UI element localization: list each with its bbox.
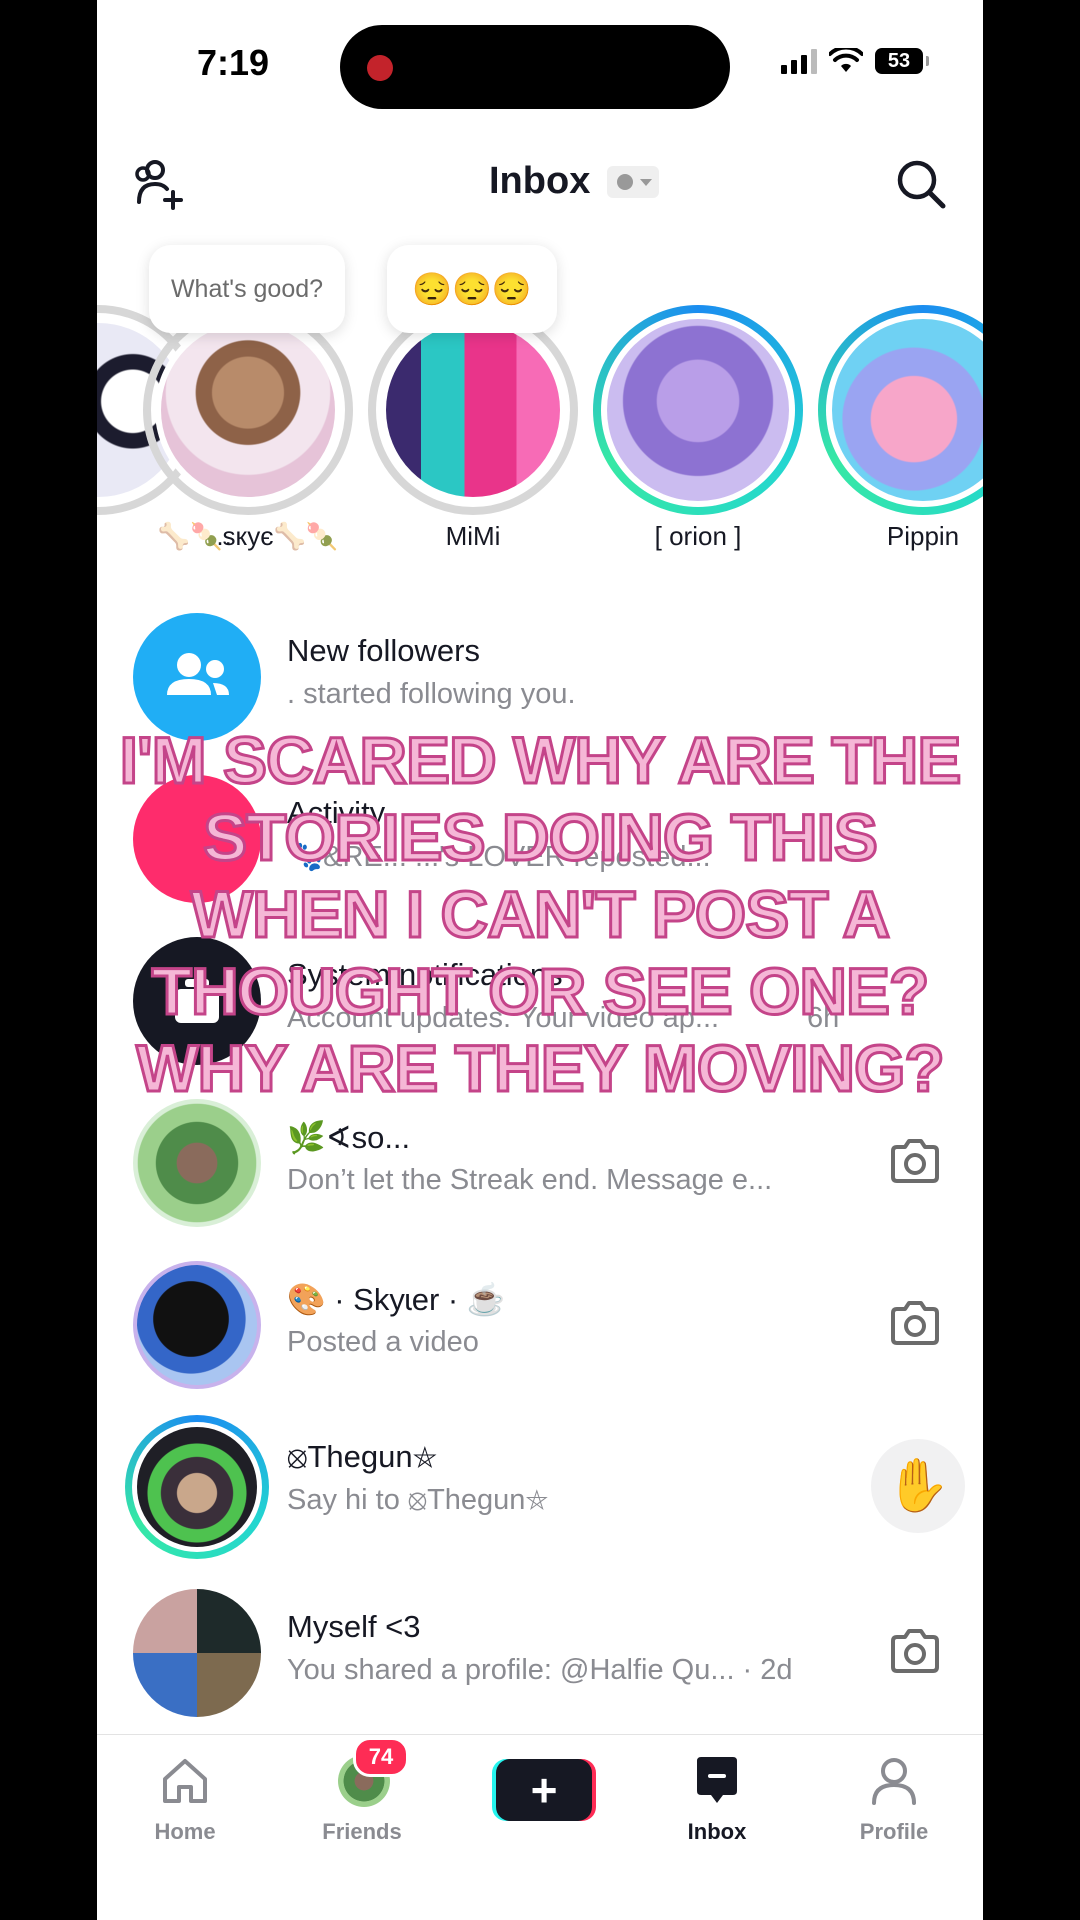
avatar (137, 1427, 257, 1547)
camera-icon[interactable] (887, 1623, 943, 1679)
avatar (832, 319, 983, 501)
story-name: [ orion ] (654, 521, 742, 551)
nav-home[interactable]: Home (115, 1747, 255, 1857)
nav-label: Home (154, 1819, 216, 1844)
story-note-bubble: What's good? (149, 245, 345, 333)
story-name: 🦴🍡sкує🦴🍡 (157, 521, 339, 551)
story-ring (143, 305, 353, 515)
chat-row[interactable]: ⦻Thegun⛤ Say hi to ⦻Thegun⛤ ✋ (97, 1415, 983, 1559)
row-subtitle: . started following you. (287, 678, 576, 710)
nav-inbox[interactable]: Inbox (647, 1747, 787, 1857)
avatar (161, 323, 335, 497)
row-subtitle: Say hi to ⦻Thegun⛤ (287, 1484, 549, 1516)
avatar (133, 1589, 261, 1717)
avatar (133, 1099, 261, 1227)
avatar (607, 319, 789, 501)
create-button[interactable]: + (470, 1747, 610, 1857)
status-dot (617, 174, 633, 190)
story-ring (368, 305, 578, 515)
camera-icon[interactable] (887, 1295, 943, 1351)
inbox-screen: 7:19 53 Inbox … 🦴🍡sкує🦴🍡 MiMi [orion] … (97, 0, 983, 1920)
row-subtitle: Don’t let the Streak end. Message e... (287, 1164, 773, 1196)
avatar (386, 323, 560, 497)
wifi-icon (829, 48, 863, 72)
row-subtitle: You shared a profile: @Halfie Qu... · 2d (287, 1654, 793, 1686)
status-icons: 53 (781, 48, 929, 74)
story-name: Pippin (886, 521, 960, 551)
story-note-bubble: 😔😔😔 (387, 245, 557, 333)
row-title: New followers (287, 633, 480, 668)
overlay-caption: I'M SCARED WHY ARE THE STORIES DOING THI… (118, 722, 963, 1107)
story-ring (818, 305, 983, 515)
chat-row[interactable]: Myself <3 You shared a profile: @Halfie … (97, 1579, 983, 1719)
row-title: ⦻Thegun⛤ (287, 1439, 438, 1474)
nav-label: Friends (322, 1819, 402, 1844)
dynamic-island (340, 25, 730, 109)
online-status-toggle[interactable] (607, 166, 659, 198)
camera-icon[interactable] (887, 1133, 943, 1189)
profile-icon (872, 1758, 916, 1805)
story-item[interactable]: 🦴🍡sкує🦴🍡 (143, 305, 353, 565)
story-name: MiMi (445, 521, 501, 551)
row-title: 🌿∢so... (287, 1120, 411, 1155)
story-ring (125, 1415, 269, 1559)
row-title: 🎨 · Skyɩer · ☕ (287, 1282, 506, 1317)
signal-icon (781, 48, 817, 74)
row-subtitle: Posted a video (287, 1326, 479, 1358)
story-item[interactable]: [ orion ] (593, 305, 803, 565)
chat-row[interactable]: 🎨 · Skyɩer · ☕ Posted a video (97, 1259, 983, 1399)
add-friend-icon[interactable] (131, 156, 187, 212)
recording-indicator (367, 55, 393, 81)
row-title: Myself <3 (287, 1609, 421, 1644)
home-icon (163, 1759, 207, 1803)
chevron-down-icon (640, 179, 652, 186)
plus-icon: + (496, 1759, 592, 1821)
nav-friends[interactable]: 74 Friends (292, 1737, 432, 1857)
status-time: 7:19 (197, 42, 270, 83)
battery-icon: 53 (875, 48, 929, 74)
chat-row[interactable]: 🌿∢so... Don’t let the Streak end. Messag… (97, 1097, 983, 1237)
page-title: Inbox (489, 160, 591, 202)
story-item[interactable]: MiMi (368, 305, 578, 565)
notification-badge: 74 (353, 1737, 409, 1777)
bottom-nav: Home 74 Friends + Inbox Profile (97, 1734, 983, 1920)
story-ring (593, 305, 803, 515)
inbox-icon (697, 1757, 737, 1803)
nav-label: Inbox (687, 1819, 747, 1844)
story-item[interactable]: Pippin (818, 305, 983, 565)
search-icon[interactable] (893, 156, 949, 212)
nav-profile[interactable]: Profile (824, 1747, 964, 1857)
avatar (133, 1261, 261, 1389)
nav-label: Profile (859, 1819, 929, 1844)
inbox-header: Inbox (97, 150, 983, 214)
wave-button[interactable]: ✋ (871, 1439, 965, 1533)
